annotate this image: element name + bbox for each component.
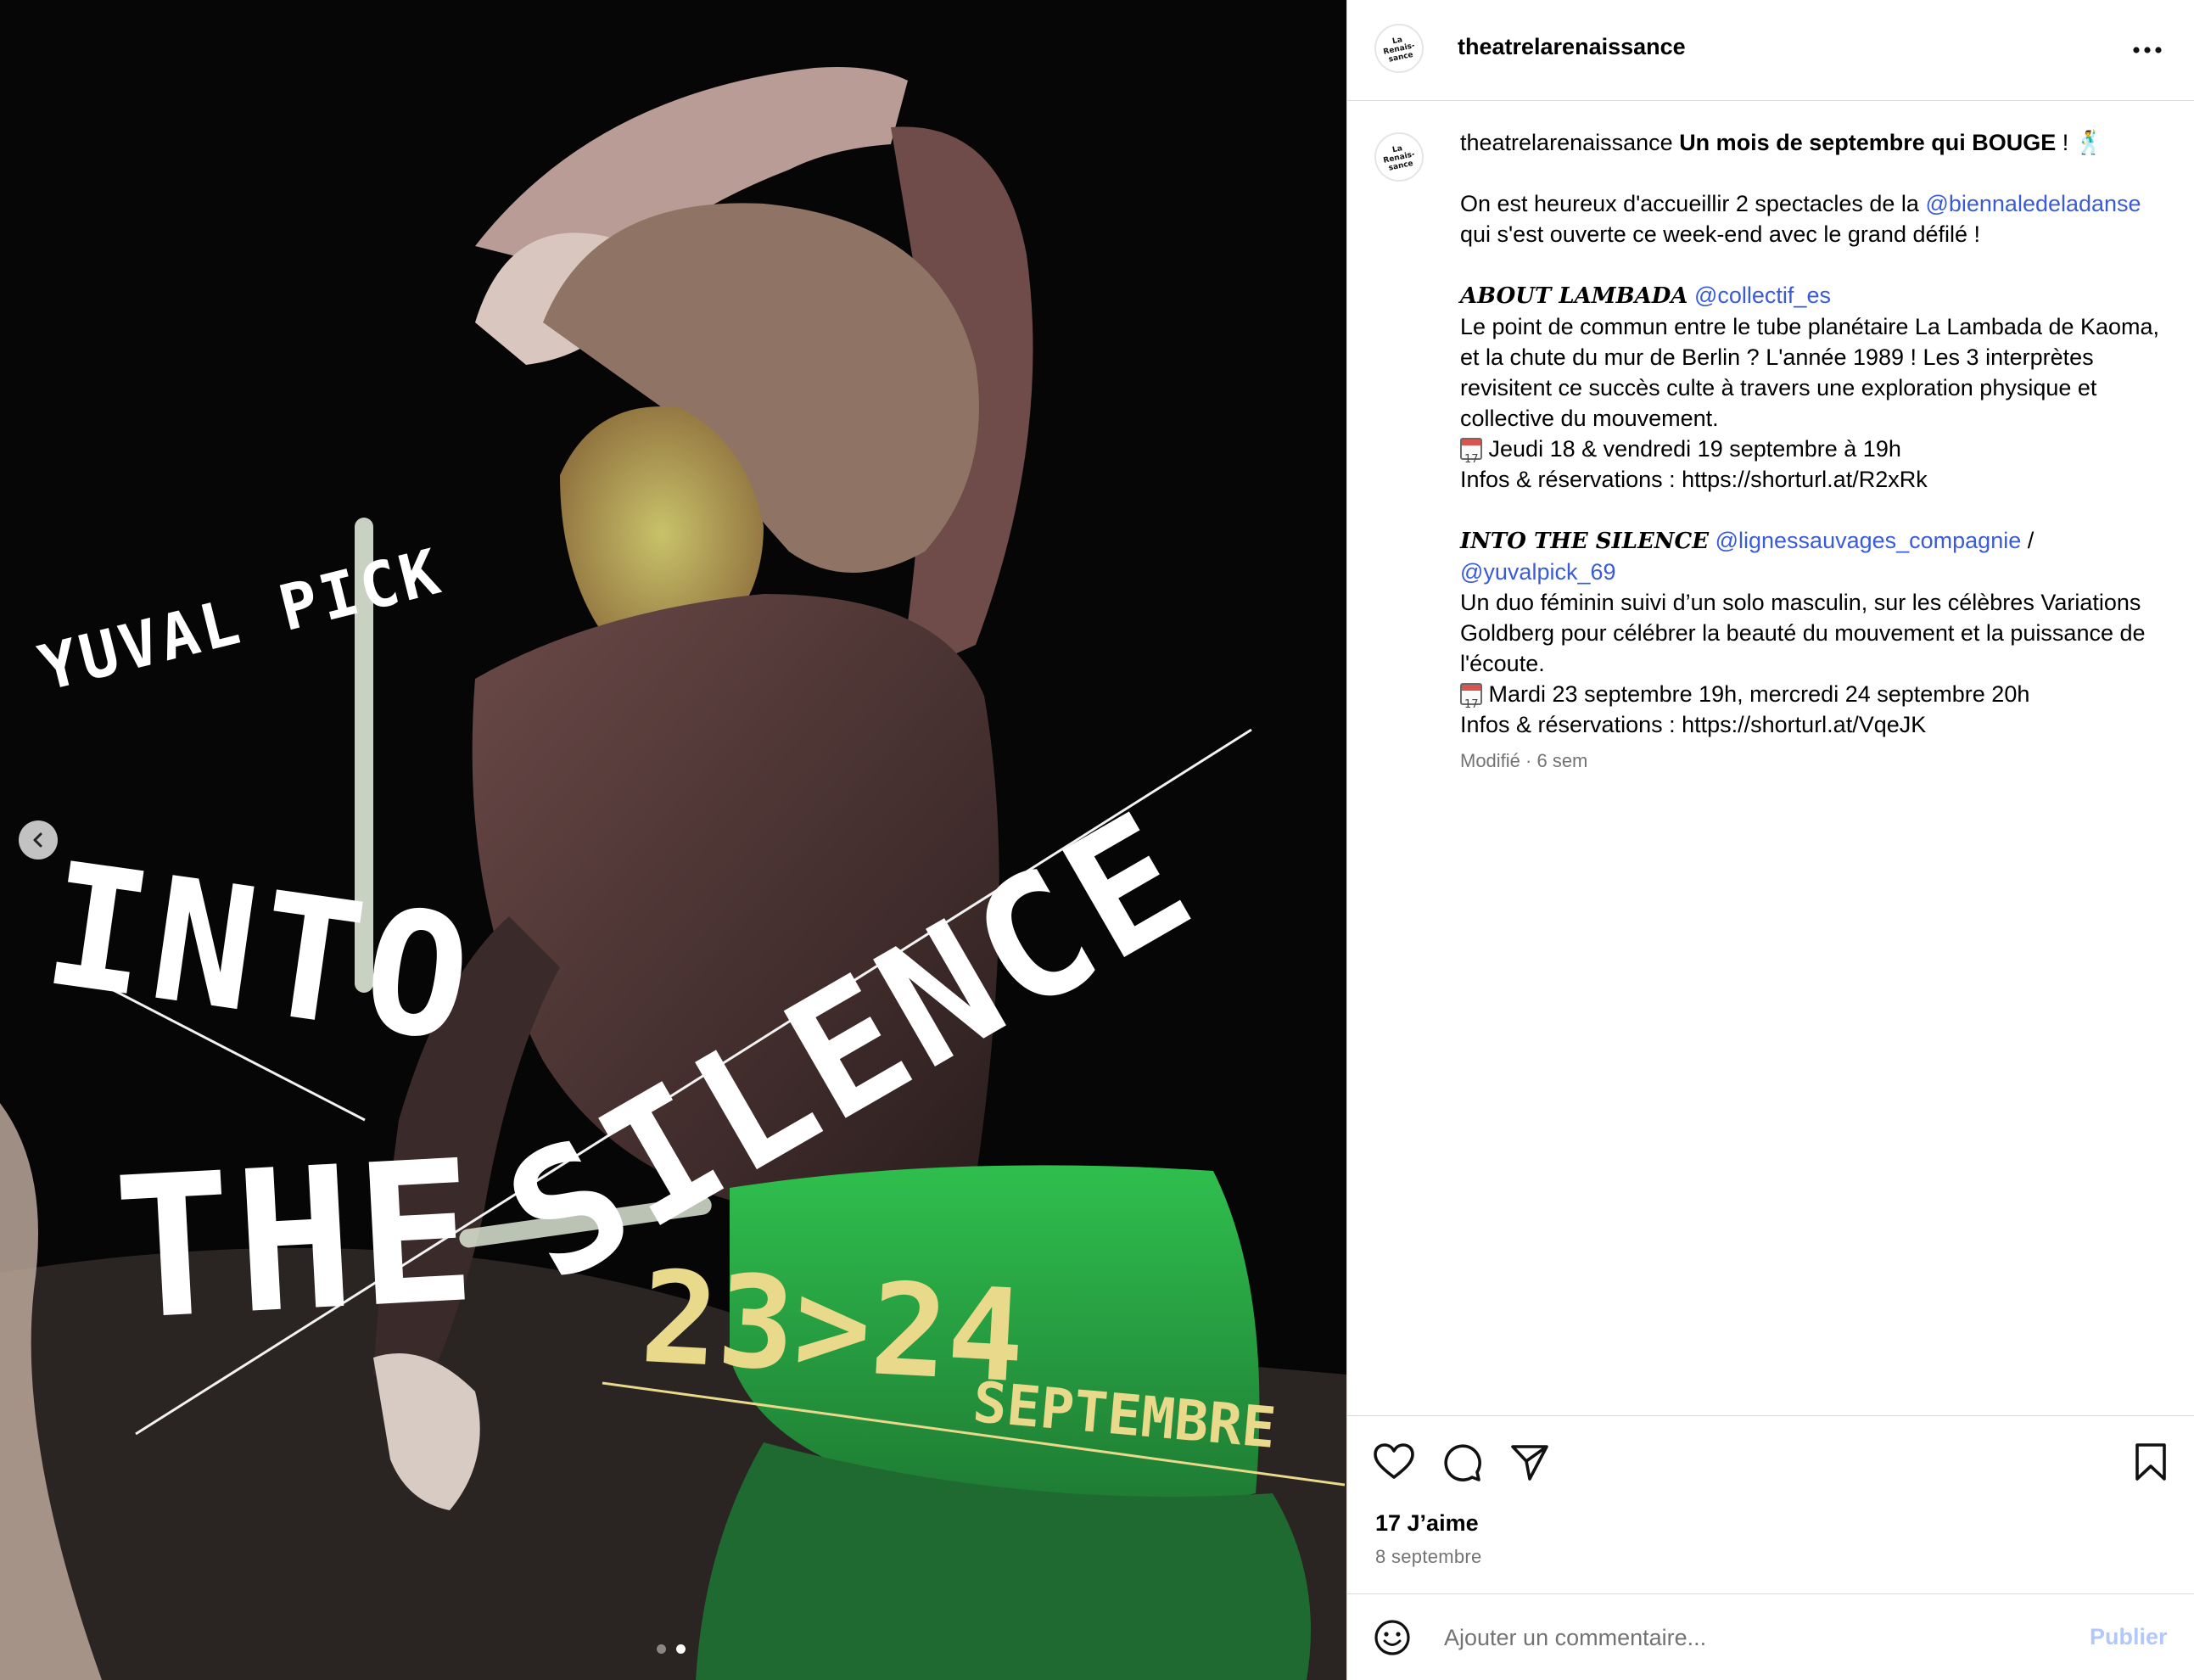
- comment-bar: Publier: [1347, 1593, 2194, 1680]
- theatre-logo: La Renais- sance: [1379, 28, 1419, 69]
- caption-intro: On est heureux d'accueillir 2 spectacles…: [1460, 188, 2164, 249]
- caption-headline: Un mois de septembre qui BOUGE: [1679, 130, 2057, 155]
- mention-separator: /: [2021, 528, 2034, 553]
- post-side-panel: La Renais- sance theatrelarenaissance La…: [1346, 0, 2194, 1680]
- caption-intro-text-end: qui s'est ouverte ce week-end avec le gr…: [1460, 221, 1981, 247]
- publish-button[interactable]: Publier: [2090, 1624, 2168, 1650]
- calendar-icon: [1460, 438, 1482, 475]
- poster-dates: 23>24: [637, 1244, 1028, 1412]
- caption-intro-text: On est heureux d'accueillir 2 spectacles…: [1460, 191, 1926, 216]
- bookmark-icon[interactable]: [2127, 1438, 2174, 1486]
- caption-meta: Modifié · 6 sem: [1460, 750, 1588, 771]
- likes-count[interactable]: 17 J’aime: [1375, 1510, 1479, 1537]
- heart-icon[interactable]: [1370, 1438, 1418, 1486]
- caption-username[interactable]: theatrelarenaissance: [1460, 130, 1673, 155]
- comment-icon[interactable]: [1438, 1438, 1486, 1486]
- poster-title-the: THE: [109, 1118, 484, 1364]
- post-caption: theatrelarenaissance Un mois de septembr…: [1460, 127, 2164, 774]
- show1-description: Le point de commun entre le tube planéta…: [1460, 314, 2160, 431]
- header-divider: [1347, 100, 2194, 101]
- more-icon[interactable]: [2128, 36, 2167, 64]
- show2-info: Infos & réservations : https://shorturl.…: [1460, 712, 1927, 737]
- post-date[interactable]: 8 septembre: [1375, 1546, 1482, 1568]
- comment-input[interactable]: [1442, 1614, 2057, 1661]
- theatre-logo: La Renais- sance: [1379, 137, 1419, 177]
- mention-biennale[interactable]: @biennaledeladanse: [1925, 191, 2141, 216]
- header-avatar[interactable]: La Renais- sance: [1374, 24, 1424, 73]
- show1-title: ABOUT LAMBADA: [1460, 283, 1688, 309]
- mention-collectif[interactable]: @collectif_es: [1694, 283, 1831, 308]
- actions-divider: [1347, 1415, 2194, 1416]
- caption-headline-suffix: ! 🕺: [2056, 130, 2104, 155]
- mention-lignessauvages[interactable]: @lignessauvages_compagnie: [1715, 528, 2022, 553]
- emoji-icon[interactable]: [1373, 1618, 1412, 1657]
- show2-title: INTO THE SILENCE: [1460, 529, 1710, 554]
- carousel-dot-active: [676, 1644, 686, 1654]
- mention-yuvalpick[interactable]: @yuvalpick_69: [1460, 559, 1616, 585]
- show2-dates: Mardi 23 septembre 19h, mercredi 24 sept…: [1488, 681, 2030, 707]
- carousel-dot: [657, 1644, 666, 1654]
- chevron-left-icon: [33, 832, 42, 848]
- show1-dates: Jeudi 18 & vendredi 19 septembre à 19h: [1488, 436, 1901, 462]
- post-media[interactable]: YUVAL PICK INTO THE SILENCE 23>24 SEPTEM…: [0, 0, 1346, 1680]
- carousel-indicator: [657, 1644, 686, 1654]
- calendar-icon: [1460, 683, 1482, 720]
- carousel-prev-button[interactable]: [19, 820, 58, 860]
- header-username[interactable]: theatrelarenaissance: [1458, 34, 1686, 60]
- show2-description: Un duo féminin suivi d’un solo masculin,…: [1460, 590, 2146, 676]
- share-icon[interactable]: [1506, 1438, 1553, 1486]
- show1-info: Infos & réservations : https://shorturl.…: [1460, 467, 1928, 492]
- caption-avatar[interactable]: La Renais- sance: [1374, 132, 1424, 182]
- action-bar: [1347, 1438, 2194, 1489]
